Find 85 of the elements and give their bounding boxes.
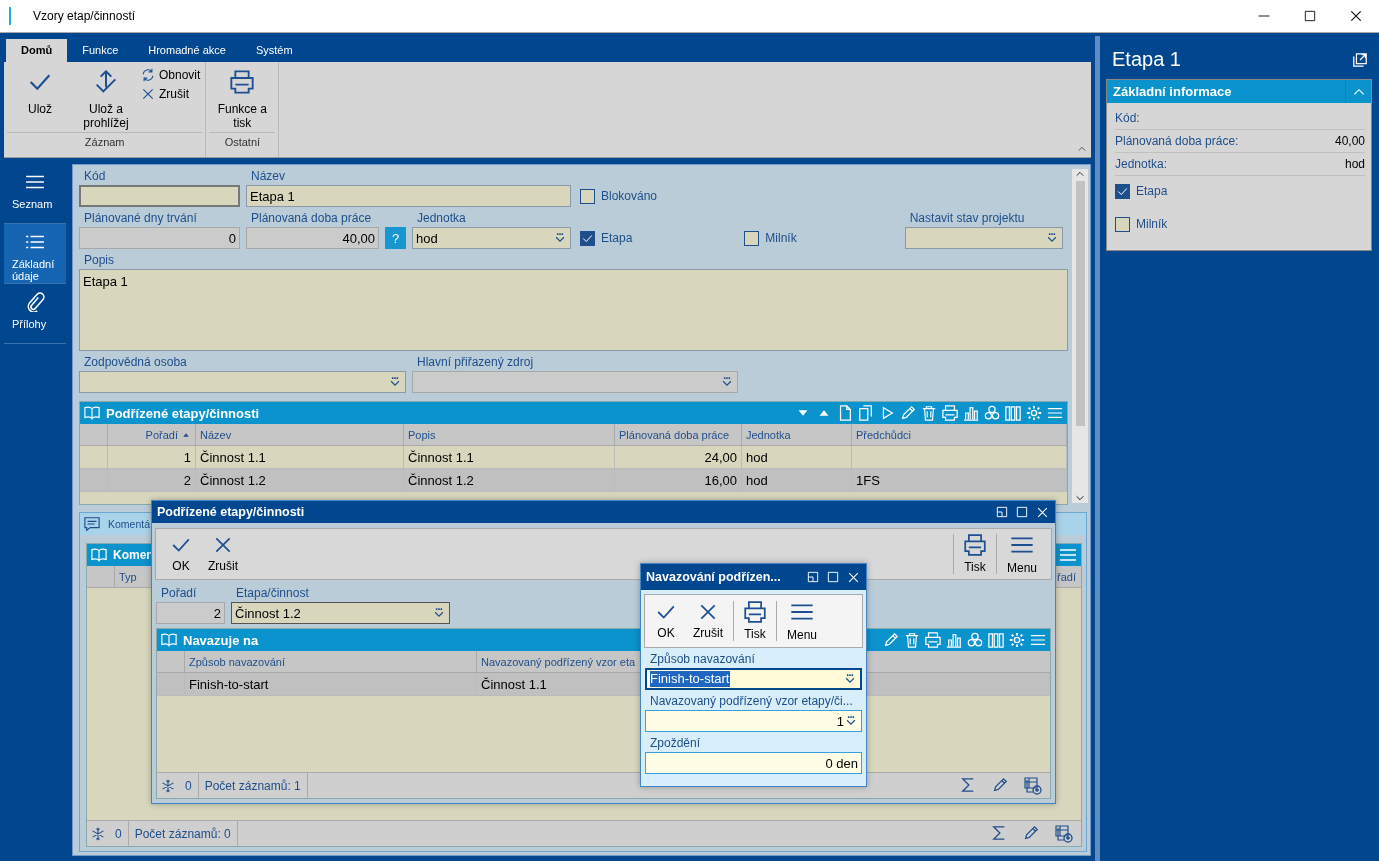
popup-field[interactable]: 1: [645, 710, 862, 732]
section-title: Základní informace: [1113, 84, 1232, 99]
ribbon-button[interactable]: Obnovit: [139, 68, 203, 82]
popup-field[interactable]: Finish-to-start: [645, 668, 862, 690]
field-label: Zpoždění: [649, 736, 702, 752]
table-cell: hod: [742, 469, 852, 491]
field-label: Hlavní přiřazený zdroj: [416, 355, 535, 371]
info-value: 40,00: [1334, 134, 1365, 148]
checkbox-label: Etapa: [601, 231, 633, 245]
info-label: Kód:: [1115, 111, 1140, 125]
toolbar-button[interactable]: Tisk: [955, 532, 994, 576]
field-label: Plánovaná doba práce: [250, 211, 373, 227]
column-header[interactable]: Předchůdci: [852, 424, 1067, 445]
info-label: Plánovaná doba práce:: [1115, 134, 1239, 148]
status-count: 0: [179, 773, 199, 798]
table-cell: Činnost 1.1: [404, 446, 615, 468]
ribbon-tab[interactable]: Funkce: [67, 39, 134, 62]
table-cell: Činnost 1.2: [196, 469, 404, 491]
table-cell: Činnost 1.2: [404, 469, 615, 491]
toolbar-button[interactable]: Tisk: [736, 599, 774, 643]
panel-title: Etapa 1: [1112, 48, 1181, 71]
dialog-title: Podřízené etapy/činnosti: [157, 505, 305, 519]
toolbar-button[interactable]: Zrušit: [685, 600, 731, 642]
table-cell: Činnost 1.1: [196, 446, 404, 468]
field-label: Nastavit stav projektu: [908, 211, 1026, 227]
column-header[interactable]: Plánovaná doba práce: [615, 424, 742, 445]
toolbar-button[interactable]: OK: [162, 533, 200, 575]
field-label: Zodpovědná osoba: [83, 355, 188, 371]
record-count: Počet záznamů: 0: [128, 821, 238, 846]
field-label: Popis: [83, 253, 116, 269]
column-header[interactable]: Název: [196, 424, 404, 445]
panel-tab[interactable]: Komentá: [108, 518, 151, 530]
toolbar-button[interactable]: Menu: [779, 598, 826, 644]
ribbon-button[interactable]: Ulož a prohlížej: [73, 68, 139, 132]
description-field[interactable]: Etapa 1: [79, 269, 1068, 351]
field-label: Navazovaný podřízený vzor etapy/či...: [649, 694, 854, 710]
ribbon-tab[interactable]: Domů: [6, 39, 68, 62]
table-cell: 1: [108, 446, 196, 468]
group-label: Záznam: [83, 135, 126, 148]
toolbar-button[interactable]: OK: [647, 600, 685, 642]
grid-title: Podřízené etapy/činnosti: [106, 405, 260, 421]
checkbox-label: Milník: [1136, 217, 1168, 231]
table-cell: 1FS: [852, 469, 1067, 491]
nav-item[interactable]: Základní údaje: [4, 224, 66, 284]
toolbar-button[interactable]: Menu: [998, 531, 1045, 577]
popup-field[interactable]: 0 den: [645, 752, 862, 774]
ribbon-tab[interactable]: Hromadné akce: [133, 39, 241, 62]
table-cell: 16,00: [615, 469, 742, 491]
window-title: Vzory etap/činností: [33, 9, 137, 23]
column-header[interactable]: Popis: [404, 424, 615, 445]
status-count: 0: [109, 821, 129, 846]
field-label: Jednotka: [416, 211, 467, 227]
checkbox-label: Blokováno: [601, 189, 658, 203]
field-label: Etapa/činnost: [235, 586, 310, 602]
etapa-field[interactable]: Činnost 1.2: [231, 602, 450, 624]
nazev-field[interactable]: Etapa 1: [246, 185, 571, 207]
table-cell: 2: [108, 469, 196, 491]
ribbon-button[interactable]: Funkce a tisk: [209, 68, 276, 132]
toolbar-button[interactable]: Zrušit: [200, 533, 246, 575]
record-count: Počet záznamů: 1: [198, 773, 308, 798]
field-label: Kód: [83, 169, 107, 185]
table-cell: hod: [742, 446, 852, 468]
checkbox-label: Etapa: [1136, 184, 1168, 198]
table-cell: Finish-to-start: [185, 673, 477, 695]
field-label: Plánované dny trvání: [83, 211, 198, 227]
field-label: Název: [250, 169, 286, 185]
info-label: Jednotka:: [1115, 157, 1168, 171]
ribbon-button[interactable]: Ulož: [7, 68, 73, 132]
column-header[interactable]: Způsob navazování: [185, 651, 477, 672]
info-value: hod: [1344, 157, 1365, 171]
poradi-field[interactable]: 2: [156, 602, 225, 624]
dialog-title: Navazování podřízen...: [646, 570, 781, 584]
group-label: Ostatní: [223, 135, 262, 148]
field-label: Pořadí: [160, 586, 198, 602]
column-header[interactable]: Jednotka: [742, 424, 852, 445]
column-header[interactable]: řadí: [1057, 566, 1081, 587]
checkbox-label: Milník: [765, 231, 797, 245]
ribbon-button[interactable]: Zrušit: [139, 87, 203, 101]
field-label: Způsob navazování: [649, 652, 756, 668]
grid-title: Navazuje na: [183, 632, 259, 648]
jednotka-field[interactable]: hod: [412, 227, 571, 249]
column-header[interactable]: Pořadí: [108, 424, 196, 445]
table-cell: 24,00: [615, 446, 742, 468]
ribbon-tab[interactable]: Systém: [240, 39, 308, 62]
table-row[interactable]: 2 Činnost 1.2 Činnost 1.2 16,00 hod 1FS: [80, 469, 1067, 492]
